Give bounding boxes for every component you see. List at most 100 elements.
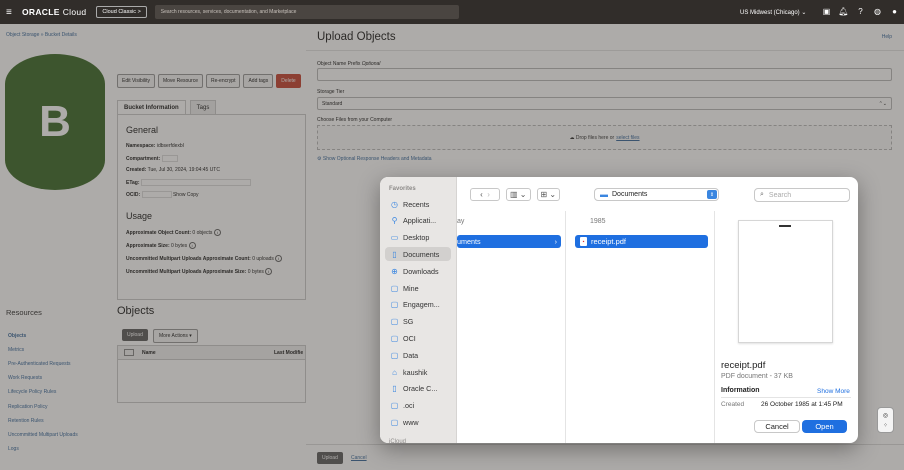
region-selector[interactable]: US Midwest (Chicago) ⌄: [740, 9, 806, 16]
info-icon[interactable]: i: [213, 229, 221, 236]
clock-icon: ◷: [391, 199, 398, 209]
column-last-modified[interactable]: Last Modifie: [274, 350, 303, 356]
file-item-receipt[interactable]: ▪ receipt.pdf: [575, 235, 708, 248]
sidebar-item-data[interactable]: ▢ Data: [385, 348, 451, 362]
select-files-link[interactable]: select files: [616, 135, 639, 141]
compartment-row: Compartment:: [126, 155, 178, 162]
re-encrypt-button[interactable]: Re-encrypt: [206, 74, 241, 88]
upload-button[interactable]: Upload: [317, 452, 343, 464]
resource-pars[interactable]: Pre-Authenticated Requests: [8, 361, 71, 367]
more-actions-button[interactable]: More Actions ▾: [153, 329, 198, 343]
column-item-documents[interactable]: uments ›: [457, 235, 561, 248]
info-icon[interactable]: i: [275, 255, 283, 262]
chevron-updown-icon: ⌃⌄: [878, 100, 887, 107]
hamburger-menu-icon[interactable]: ≡: [6, 7, 18, 18]
chevron-left-icon[interactable]: ‹: [480, 190, 483, 199]
sidebar-item--oci[interactable]: ▢ .oci: [385, 399, 451, 413]
resource-metrics[interactable]: Metrics: [8, 347, 24, 353]
info-icon[interactable]: i: [188, 242, 196, 249]
language-globe-icon[interactable]: ◍: [872, 6, 883, 17]
info-icon[interactable]: i: [265, 268, 273, 275]
bucket-info-panel: General Namespace: idbserfdexbl Compartm…: [117, 114, 306, 300]
sidebar-item-kaushik[interactable]: ⌂ kaushik: [385, 365, 451, 379]
sidebar-item-engagem[interactable]: ▢ Engagem...: [385, 298, 451, 312]
sidebar-item-label: www: [403, 417, 419, 427]
notifications-bell-icon[interactable]: 🔔︎: [838, 6, 849, 17]
folder-icon: ▬: [600, 190, 608, 199]
tab-bucket-information[interactable]: Bucket Information: [117, 100, 186, 115]
apps-icon: ⚲: [391, 216, 398, 226]
information-heading: Information: [721, 387, 760, 394]
resource-work-requests[interactable]: Work Requests: [8, 375, 42, 381]
oracle-cloud-logo[interactable]: ORACLE Cloud: [22, 7, 86, 17]
location-popup[interactable]: ▬ Documents ⇕: [594, 188, 719, 201]
ocid-show-copy[interactable]: Show Copy: [173, 192, 199, 198]
cancel-link[interactable]: Cancel: [351, 455, 367, 461]
sidebar-item-applicati[interactable]: ⚲ Applicati...: [385, 214, 451, 228]
resource-logs[interactable]: Logs: [8, 446, 19, 452]
select-all-checkbox[interactable]: [124, 349, 134, 356]
sidebar-item-mine[interactable]: ▢ Mine: [385, 281, 451, 295]
open-button[interactable]: Open: [802, 420, 847, 433]
sidebar-item-downloads[interactable]: ⊕ Downloads: [385, 264, 451, 278]
document-icon: ▯: [392, 384, 397, 394]
sidebar-item-recents[interactable]: ◷ Recents: [385, 197, 451, 211]
breadcrumb[interactable]: Object Storage » Bucket Details: [6, 32, 77, 38]
etag-row: ETag:: [126, 179, 251, 186]
ocid-row: OCID: Show Copy: [126, 191, 199, 198]
objects-upload-button[interactable]: Upload: [122, 329, 148, 341]
help-icon[interactable]: ?: [855, 6, 866, 17]
namespace-row: Namespace: idbserfdexbl: [126, 143, 184, 149]
file-drop-zone[interactable]: ☁︎ Drop files here or select files: [317, 125, 892, 150]
choose-files-label: Choose Files from your Computer: [317, 117, 393, 123]
sidebar-item-oracle-c[interactable]: ▯ Oracle C...: [385, 382, 451, 396]
usage-row: Approximate Object Count: 0 objects i: [126, 229, 221, 236]
sidebar-item-sg[interactable]: ▢ SG: [385, 315, 451, 329]
help-link[interactable]: Help: [882, 34, 892, 40]
dialog-toolbar: ‹ › ▥ ⌄ ⊞ ⌄: [470, 188, 561, 201]
back-forward-buttons[interactable]: ‹ ›: [470, 188, 500, 201]
support-float-button[interactable]: ◎ ⁘: [877, 407, 894, 433]
bucket-actions: Edit Visibility Move Resource Re-encrypt…: [117, 74, 301, 88]
folder-icon: ▢: [390, 350, 399, 360]
folder-icon: ▢: [390, 417, 399, 427]
add-tags-button[interactable]: Add tags: [243, 74, 274, 88]
preview-file-type: PDF document - 37 KB: [721, 373, 793, 380]
show-more-link[interactable]: Show More: [817, 388, 850, 395]
edit-visibility-button[interactable]: Edit Visibility: [117, 74, 155, 88]
sidebar-item-label: Desktop: [403, 233, 430, 243]
profile-icon[interactable]: ●: [889, 6, 900, 17]
bucket-tabs: Bucket Information Tags: [117, 100, 217, 115]
cancel-button[interactable]: Cancel: [754, 420, 800, 433]
chevron-right-icon[interactable]: ›: [487, 190, 490, 199]
resource-objects[interactable]: Objects: [8, 333, 26, 339]
resource-retention[interactable]: Retention Rules: [8, 418, 44, 424]
object-name-prefix-input[interactable]: [317, 68, 892, 81]
cloud-shell-icon[interactable]: ▣: [821, 6, 832, 17]
sidebar-item-documents[interactable]: ▯ Documents: [385, 247, 451, 262]
sidebar-item-label: Downloads: [403, 266, 439, 276]
resource-replication[interactable]: Replication Policy: [8, 404, 47, 410]
column-item[interactable]: ay: [457, 218, 464, 225]
global-search-input[interactable]: Search resources, services, documentatio…: [154, 5, 459, 19]
resource-multipart[interactable]: Uncommitted Multipart Uploads: [8, 432, 78, 438]
compartment-redacted[interactable]: [161, 155, 178, 162]
column-item-1985[interactable]: 1985: [590, 218, 606, 225]
storage-tier-select[interactable]: Standard ⌃⌄: [317, 97, 892, 110]
tab-tags[interactable]: Tags: [189, 100, 217, 115]
sidebar-item-oci[interactable]: ▢ OCI: [385, 331, 451, 345]
search-icon: ⌕: [760, 191, 764, 198]
resource-lifecycle[interactable]: Lifecycle Policy Rules: [8, 389, 56, 395]
move-resource-button[interactable]: Move Resource: [157, 74, 203, 88]
column-name[interactable]: Name: [142, 350, 274, 356]
view-mode-button[interactable]: ▥ ⌄: [506, 188, 531, 201]
cloud-classic-button[interactable]: Cloud Classic >: [96, 6, 147, 18]
optional-headers-link[interactable]: ⚙︎ Show Optional Response Headers and Me…: [317, 156, 432, 162]
group-mode-button[interactable]: ⊞ ⌄: [536, 188, 561, 201]
sidebar-item-www[interactable]: ▢ www: [385, 415, 451, 429]
delete-button[interactable]: Delete: [276, 74, 301, 88]
dialog-search-input[interactable]: ⌕ Search: [754, 188, 850, 202]
usage-row: Uncommitted Multipart Uploads Approximat…: [126, 255, 283, 262]
pdf-file-icon: ▪: [580, 237, 587, 246]
sidebar-item-desktop[interactable]: ▭ Desktop: [385, 231, 451, 245]
